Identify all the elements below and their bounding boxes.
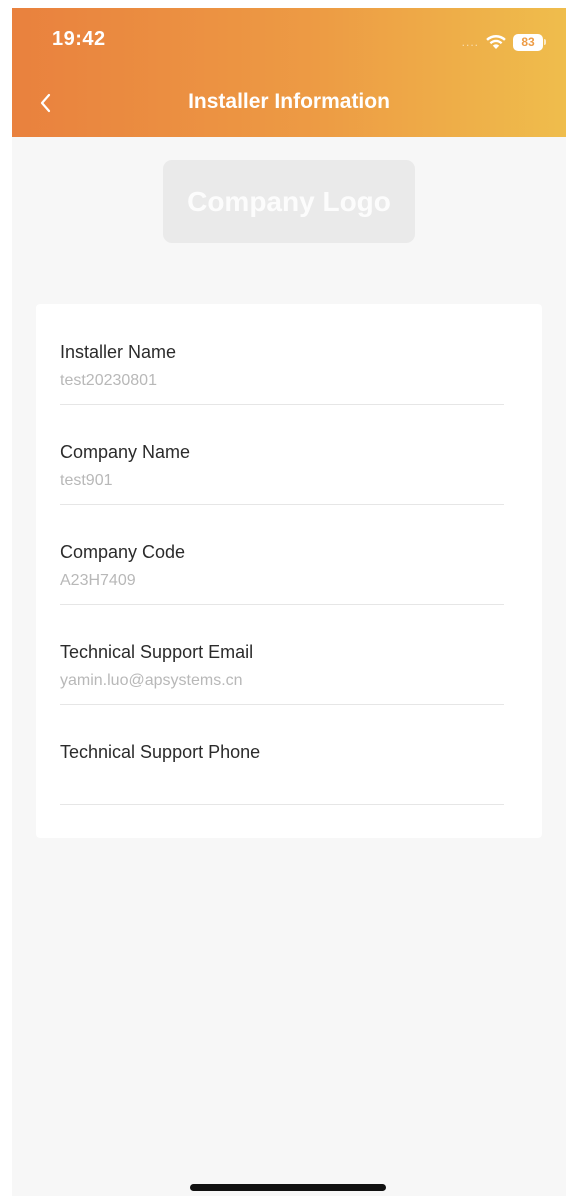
- field-installer-name: Installer Name test20230801: [60, 342, 504, 405]
- app-screen: 19:42 .... 83 Installer Information Comp…: [12, 8, 566, 1196]
- status-icons: .... 83: [462, 30, 546, 54]
- field-technical-support-email: Technical Support Email yamin.luo@apsyst…: [60, 642, 504, 705]
- company-logo-text: Company Logo: [187, 185, 391, 217]
- battery-cap: [544, 39, 546, 45]
- battery-icon: 83: [513, 33, 543, 51]
- field-label: Company Name: [60, 442, 191, 462]
- wifi-icon: [485, 34, 507, 50]
- installer-info-card: Installer Name test20230801 Company Name…: [36, 304, 542, 838]
- field-label: Technical Support Phone: [60, 742, 261, 762]
- field-company-code: Company Code A23H7409: [60, 542, 504, 605]
- field-value: A23H7409: [60, 572, 136, 589]
- field-value: test20230801: [60, 372, 157, 389]
- field-label: Company Code: [60, 542, 186, 562]
- field-company-name: Company Name test901: [60, 442, 504, 505]
- field-value: yamin.luo@apsystems.cn: [60, 672, 243, 689]
- status-time: 19:42: [52, 28, 106, 50]
- field-label: Installer Name: [60, 342, 177, 362]
- field-value: test901: [60, 472, 113, 489]
- home-indicator[interactable]: [190, 1184, 386, 1191]
- cellular-signal-icon: ....: [461, 35, 479, 49]
- field-label: Technical Support Email: [60, 642, 254, 662]
- field-technical-support-phone: Technical Support Phone: [60, 742, 504, 805]
- page-title: Installer Information: [188, 90, 390, 113]
- header-bar: 19:42 .... 83 Installer Information: [12, 8, 566, 137]
- company-logo-placeholder: Company Logo: [163, 160, 415, 243]
